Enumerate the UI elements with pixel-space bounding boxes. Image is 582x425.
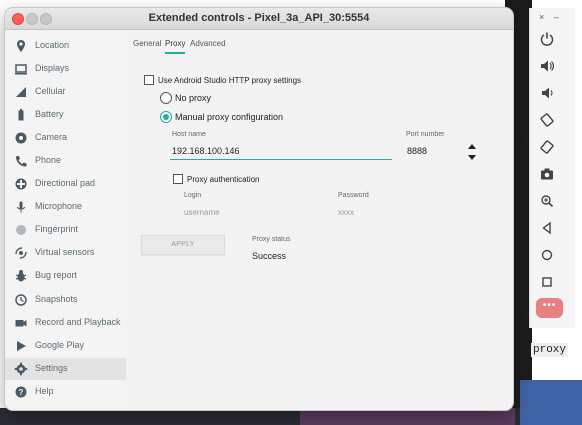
extended-controls-window: Extended controls - Pixel_3a_API_30:5554… <box>5 8 513 410</box>
help-icon: ? <box>15 386 27 398</box>
background-bottom-blue <box>520 380 582 425</box>
volume-down-icon[interactable] <box>539 85 555 101</box>
sidebar-item-battery[interactable]: Battery <box>5 104 126 126</box>
record-icon <box>15 320 27 327</box>
sidebar-item-label: Fingerprint <box>35 224 79 234</box>
port-number-input[interactable]: 8888 <box>407 146 427 156</box>
cellular-icon <box>16 87 26 97</box>
sidebar-item-label: Virtual sensors <box>35 247 95 257</box>
tab-advanced[interactable]: Advanced <box>190 39 226 48</box>
sidebar-item-label: Location <box>35 40 70 50</box>
sidebar-item-settings[interactable]: Settings <box>5 358 126 380</box>
sidebar-item-directional-pad[interactable]: Directional pad <box>5 173 126 195</box>
sidebar-item-label: Directional pad <box>35 178 96 188</box>
login-input[interactable]: username <box>184 208 220 217</box>
sidebar-item-google-play[interactable]: Google Play <box>5 335 126 357</box>
sidebar-item-displays[interactable]: Displays <box>5 58 126 80</box>
tab-proxy[interactable]: Proxy <box>165 39 185 48</box>
microphone-icon <box>16 201 26 213</box>
sidebar-item-phone[interactable]: Phone <box>5 150 126 172</box>
camera-icon <box>15 132 27 144</box>
more-icon: ••• <box>542 300 557 311</box>
screenshot-icon[interactable] <box>539 166 555 182</box>
host-name-underline <box>170 159 392 160</box>
sidebar-item-label: Phone <box>35 155 62 165</box>
proxy-status-value: Success <box>252 251 287 261</box>
displays-icon <box>15 64 27 75</box>
power-icon[interactable] <box>539 31 555 47</box>
sidebar-item-label: Record and Playback <box>35 317 121 327</box>
sidebar-item-fingerprint[interactable]: Fingerprint <box>5 219 126 241</box>
zoom-icon[interactable] <box>539 193 555 209</box>
use-studio-proxy-label: Use Android Studio HTTP proxy settings <box>158 76 302 85</box>
location-icon <box>17 40 25 52</box>
sidebar-item-virtual-sensors[interactable]: Virtual sensors <box>5 242 126 264</box>
sidebar-item-label: Cellular <box>35 86 66 96</box>
password-input[interactable]: xxxx <box>338 208 354 217</box>
overview-icon[interactable] <box>539 274 555 290</box>
emulator-toolbar: × – ••• <box>529 8 575 328</box>
snapshots-icon <box>15 294 27 306</box>
settings-content: General Proxy Advanced Use Android Studi… <box>127 30 513 410</box>
host-name-label: Host name <box>172 131 206 138</box>
no-proxy-label: No proxy <box>175 93 212 103</box>
no-proxy-radio[interactable] <box>160 92 172 104</box>
bug-icon <box>15 270 27 282</box>
home-icon[interactable] <box>539 247 555 263</box>
fingerprint-icon <box>16 225 26 235</box>
sidebar-item-microphone[interactable]: Microphone <box>5 196 126 218</box>
background-bottom-mauve <box>300 408 515 425</box>
sidebar-item-cellular[interactable]: Cellular <box>5 81 126 103</box>
battery-icon <box>18 109 24 121</box>
tab-general[interactable]: General <box>133 39 161 48</box>
host-name-input[interactable]: 192.168.100.146 <box>172 146 240 156</box>
sidebar-item-label: Settings <box>35 363 68 373</box>
sidebar: Location Displays Cellular Battery Camer… <box>5 30 126 410</box>
google-play-icon <box>17 341 26 351</box>
sidebar-item-label: Snapshots <box>35 294 78 304</box>
sidebar-item-camera[interactable]: Camera <box>5 127 126 149</box>
virtual-sensors-icon <box>15 247 27 259</box>
volume-up-icon[interactable] <box>539 58 555 74</box>
proxy-authentication-checkbox[interactable] <box>173 174 183 184</box>
rotate-right-icon[interactable] <box>539 139 555 155</box>
phone-icon <box>16 156 27 167</box>
sidebar-item-help[interactable]: ? Help <box>5 381 126 403</box>
sidebar-item-record-and-playback[interactable]: Record and Playback <box>5 312 126 334</box>
sidebar-item-label: Displays <box>35 63 70 73</box>
toolbar-close-button[interactable]: × <box>539 12 544 22</box>
active-tab-indicator <box>165 52 185 54</box>
sidebar-item-label: Help <box>35 386 54 396</box>
sidebar-item-label: Camera <box>35 132 68 142</box>
apply-button[interactable]: APPLY <box>141 235 225 255</box>
gear-icon <box>14 362 28 376</box>
proxy-status-label: Proxy status <box>252 236 291 243</box>
proxy-authentication-label: Proxy authentication <box>187 175 260 184</box>
back-icon[interactable] <box>539 220 555 236</box>
password-label: Password <box>338 192 369 199</box>
background-text-proxy: proxy <box>531 343 569 357</box>
toolbar-minimize-button[interactable]: – <box>554 12 559 22</box>
svg-text:?: ? <box>19 388 24 397</box>
port-number-label: Port number <box>406 131 445 138</box>
sidebar-item-snapshots[interactable]: Snapshots <box>5 289 126 311</box>
window-title: Extended controls - Pixel_3a_API_30:5554 <box>148 12 370 24</box>
port-stepper[interactable] <box>467 143 477 161</box>
sidebar-item-label: Google Play <box>35 340 85 350</box>
sidebar-item-label: Microphone <box>35 201 83 211</box>
sidebar-item-label: Bug report <box>35 270 78 280</box>
login-label: Login <box>184 192 202 199</box>
use-studio-proxy-checkbox[interactable] <box>144 75 154 85</box>
title-bar[interactable]: Extended controls - Pixel_3a_API_30:5554 <box>5 8 513 30</box>
manual-proxy-radio[interactable] <box>160 111 172 123</box>
sidebar-item-bug-report[interactable]: Bug report <box>5 265 126 287</box>
rotate-left-icon[interactable] <box>539 112 555 128</box>
sidebar-item-location[interactable]: Location <box>5 35 126 57</box>
sidebar-item-label: Battery <box>35 109 64 119</box>
dpad-icon <box>15 178 27 190</box>
manual-proxy-label: Manual proxy configuration <box>175 112 284 122</box>
more-options-button[interactable]: ••• <box>536 298 563 318</box>
